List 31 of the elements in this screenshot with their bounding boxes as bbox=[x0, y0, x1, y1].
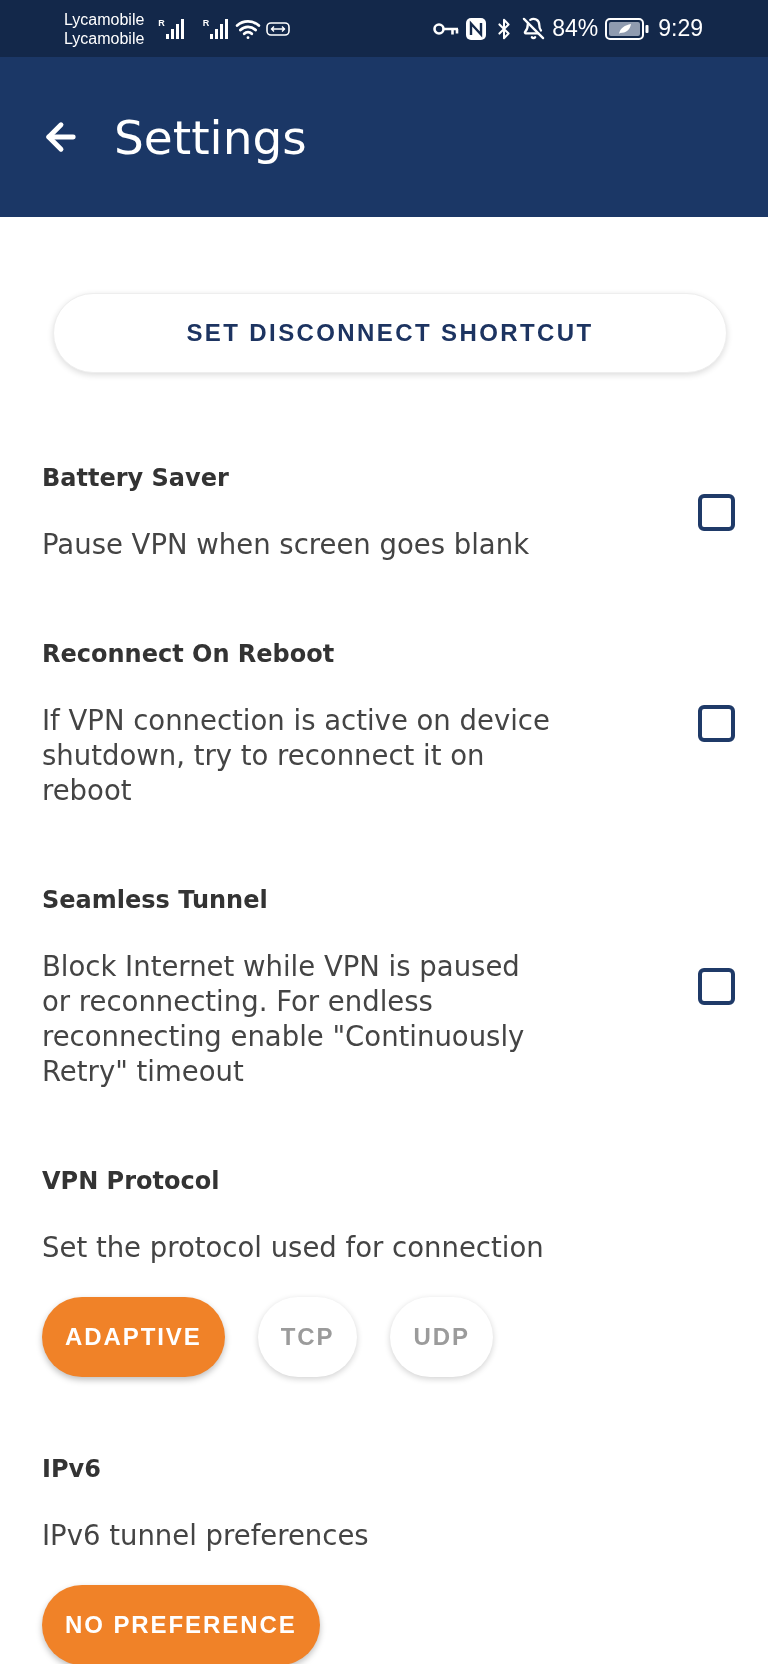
setting-title: VPN Protocol bbox=[42, 1166, 221, 1197]
bell-off-icon bbox=[522, 17, 546, 40]
option-chip[interactable]: TCP bbox=[257, 1297, 358, 1377]
setting-description: IPv6 tunnel preferences bbox=[42, 1518, 370, 1553]
checkbox[interactable] bbox=[698, 493, 735, 531]
setting-description: Block Internet while VPN is paused or reconnecting. For endless reconnecting enable "Continuously Retry" timeout bbox=[42, 949, 526, 1089]
set-shortcut-button[interactable]: SET DISCONNECT SHORTCUT bbox=[53, 293, 727, 373]
carrier-name: Lycamobile bbox=[64, 9, 145, 29]
checkbox[interactable] bbox=[698, 704, 735, 742]
setting-title: Seamless Tunnel bbox=[42, 885, 269, 916]
signal-icon bbox=[165, 18, 185, 39]
roaming-indicator: R bbox=[158, 18, 165, 28]
setting-title: Reconnect On Reboot bbox=[42, 639, 336, 670]
carrier-name: Lycamobile bbox=[64, 28, 145, 48]
setting-description: Pause VPN when screen goes blank bbox=[42, 527, 531, 562]
checkbox[interactable] bbox=[698, 968, 735, 1005]
setting-description: If VPN connection is active on device shutdown, try to reconnect it on reboot bbox=[42, 703, 551, 808]
option-chip[interactable]: UDP bbox=[390, 1297, 493, 1377]
option-chip[interactable]: ADAPTIVE bbox=[42, 1297, 225, 1377]
nfc-icon bbox=[466, 17, 487, 40]
data-link-icon bbox=[266, 21, 291, 36]
roaming-indicator: R bbox=[202, 18, 210, 28]
signal-icon bbox=[210, 18, 230, 39]
setting-description: Set the protocol used for connection bbox=[42, 1230, 545, 1265]
battery-percent: 84% bbox=[552, 17, 599, 40]
setting-title: Battery Saver bbox=[42, 463, 230, 494]
clock: 9:29 bbox=[658, 17, 703, 40]
battery-icon bbox=[605, 17, 650, 40]
key-icon bbox=[433, 21, 460, 36]
setting-title: IPv6 bbox=[42, 1454, 102, 1485]
option-chip[interactable]: NO PREFERENCE bbox=[42, 1585, 320, 1664]
